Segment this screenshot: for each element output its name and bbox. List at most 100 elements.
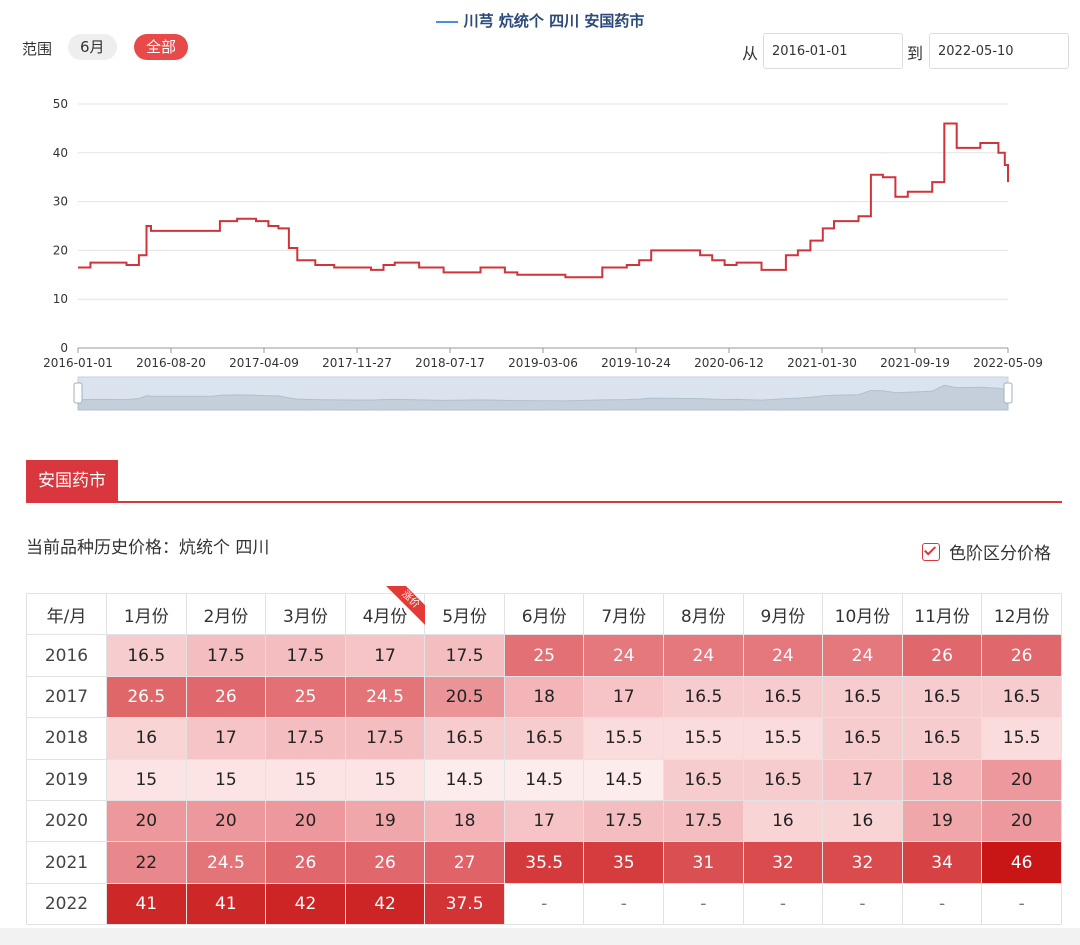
price-cell: 17.5 [424,634,505,677]
header-month-2: 2月份 [185,592,267,636]
price-cell: 34 [901,841,983,884]
bottom-strip [0,928,1080,945]
price-cell: 31 [663,841,744,884]
y-tick-label: 10 [53,292,68,306]
price-cell: 20 [981,799,1062,843]
price-cell: 37.5 [424,882,505,926]
price-cell: 16 [822,799,903,843]
price-cell: 41 [106,882,187,926]
price-cell: 16.5 [663,758,744,801]
price-cell: 24 [583,634,665,677]
price-cell: 17 [822,758,903,801]
x-tick-label: 2020-06-12 [694,356,764,370]
table-row: 2017 26.5 26 25 24.5 20.5 18 17 16.5 16.5 16.5 16.5… [26,675,1062,719]
price-cell: 20 [185,799,267,843]
y-tick-label: 20 [53,243,68,257]
price-cell: - [583,882,665,926]
x-tick-label: 2019-10-24 [601,356,671,370]
header-month-4: 4月份 涨价 [344,586,427,636]
y-tick-label: 30 [53,195,68,209]
navigator-left-handle[interactable] [73,382,83,404]
price-cell: - [742,882,824,926]
price-cell: 17 [344,634,426,677]
header-month-3: 3月份 [265,592,346,636]
to-date-input[interactable] [929,33,1069,69]
price-cell: 17.5 [344,717,426,760]
history-price-table: 年/月 1月份 2月份 3月份 4月份 涨价 5月份 6月份 7月份 8月份 9月份 10月份 11月份… [26,586,1062,926]
header-month-6: 6月份 [503,592,585,636]
price-cell: 16.5 [503,717,585,760]
price-line-chart: 0 10 20 30 40 50 2016-01-01 2016-08-20 2017-04-0… [43,97,1043,411]
checkmark-icon [923,542,937,556]
price-cell: 26 [901,634,983,677]
price-cell: - [822,882,903,926]
navigator-right-handle[interactable] [1003,382,1013,404]
price-cell: 16 [742,799,824,843]
header-month-1: 1月份 [106,592,187,636]
price-cell: 15.5 [663,717,744,760]
color-scale-toggle[interactable]: 色阶区分价格 [922,539,1051,564]
x-tick-label: 2021-01-30 [787,356,857,370]
price-cell: 26 [185,675,267,719]
price-cell: - [901,882,983,926]
price-cell: 16.5 [106,634,187,677]
price-cell: 22 [106,841,187,884]
price-cell: 15.5 [742,717,824,760]
price-cell: 16.5 [742,675,824,719]
price-cell: 25 [503,634,585,677]
price-cell: 17.5 [265,634,346,677]
price-cell: 20 [981,758,1062,801]
price-cell: 14.5 [424,758,505,801]
price-cell: 16.5 [822,675,903,719]
y-tick-label: 0 [60,341,68,355]
range-label: 范围 [22,40,53,58]
x-tick-label: 2018-07-17 [415,356,485,370]
row-year: 2017 [26,675,107,719]
price-cell: 14.5 [583,758,665,801]
row-year: 2020 [26,799,107,843]
price-cell: 16.5 [822,717,903,760]
price-rise-ribbon-text: 涨价 [386,586,427,626]
x-tick-label: 2017-11-27 [322,356,392,370]
table-row: 2021 22 24.5 26 26 27 35.5 35 31 32 32 34 46 [26,841,1062,884]
market-tab-bar: 安国药市 [26,460,1062,503]
table-row: 2016 16.5 17.5 17.5 17 17.5 25 24 24 24 24 26 26 [26,634,1062,677]
price-cell: 32 [822,841,903,884]
price-cell: 24.5 [185,841,267,884]
price-cell: 17.5 [583,799,665,843]
price-cell: 15 [265,758,346,801]
header-month-9: 9月份 [742,592,824,636]
color-scale-checkbox[interactable] [922,542,940,561]
series-legend[interactable]: 川芎 炕统个 四川 安国药市 [0,10,1080,31]
price-cell: 19 [344,799,426,843]
price-rise-ribbon: 涨价 [386,586,427,626]
x-tick-label: 2021-09-19 [880,356,950,370]
x-tick-label: 2022-05-09 [973,356,1043,370]
header-year-month: 年/月 [26,592,107,636]
table-header-row: 年/月 1月份 2月份 3月份 4月份 涨价 5月份 6月份 7月份 8月份 9月份 10月份 11月份… [26,586,1062,636]
price-cell: 24.5 [344,675,426,719]
from-date-input[interactable] [763,33,903,69]
price-cell: 17.5 [663,799,744,843]
header-month-11: 11月份 [901,592,983,636]
series-title: 川芎 炕统个 四川 安国药市 [463,12,645,30]
price-cell: 16.5 [901,717,983,760]
price-cell: 19 [901,799,983,843]
price-cell: 18 [901,758,983,801]
price-cell: 16.5 [424,717,505,760]
price-cell: 15 [344,758,426,801]
price-cell: 18 [503,675,585,719]
price-cell: 14.5 [503,758,585,801]
x-tick-label: 2017-04-09 [229,356,299,370]
tab-anguo-market[interactable]: 安国药市 [26,460,118,503]
row-year: 2018 [26,717,107,760]
y-tick-label: 40 [53,146,68,160]
table-row: 2022 41 41 42 42 37.5- - - - - - - [26,882,1062,926]
price-cell: 17 [583,675,665,719]
price-cell: 16.5 [981,675,1062,719]
range-6m-button[interactable]: 6月 [68,34,117,60]
range-all-button[interactable]: 全部 [134,34,189,60]
price-cell: 15.5 [981,717,1062,760]
price-cell: 20.5 [424,675,505,719]
price-cell: 26 [265,841,346,884]
